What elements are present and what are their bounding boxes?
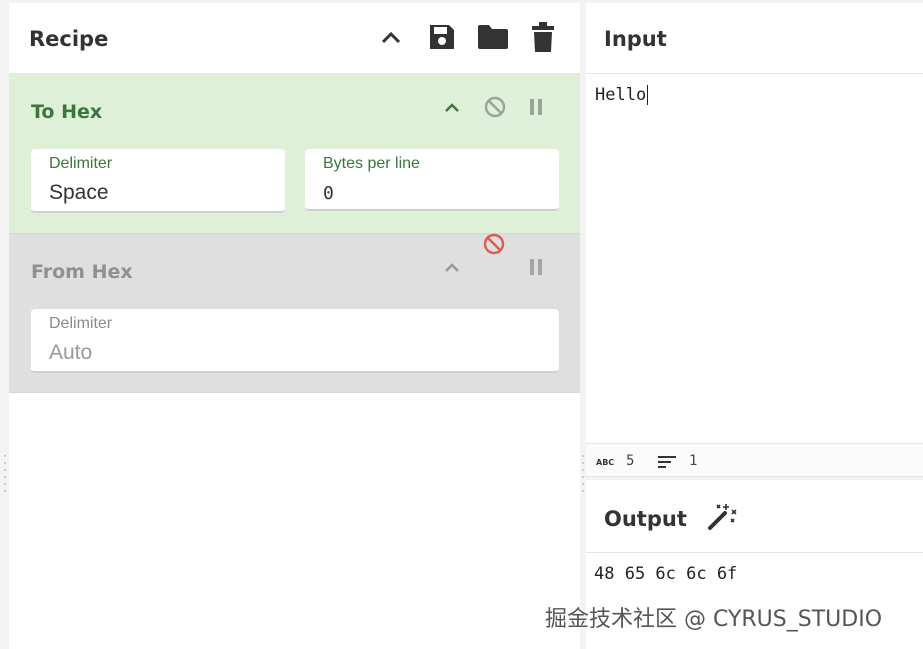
output-title: Output [604,507,687,531]
output-text: 48 65 6c 6c 6f [594,564,738,584]
text-caret [647,85,649,105]
input-header: Input [586,3,923,74]
pause-icon [528,98,544,121]
left-edge [0,0,9,649]
input-status-bar: ABC 5 1 [586,443,923,477]
grip-dot [582,476,584,478]
input-lines: 1 [689,453,698,469]
field-value: 0 [323,183,334,204]
disable-icon [484,96,506,123]
enable-operation-button[interactable] [483,233,505,260]
grip-dot [582,490,584,492]
input-title: Input [604,27,667,51]
chevron-up-icon [444,100,460,118]
grip-dot [4,490,6,492]
lines-icon [658,455,678,473]
operation-title: From Hex [31,261,133,283]
grip-dot [4,462,6,464]
trash-icon [532,21,554,57]
length-icon: ABC [596,455,616,471]
grip-dot [582,462,584,464]
field-value: Auto [49,341,93,364]
disable-icon [483,233,505,260]
input-editor[interactable]: Hello [595,85,649,105]
grip-dot [582,469,584,471]
pause-icon [528,258,544,281]
delimiter-field[interactable]: Delimiter Auto [31,309,559,373]
disable-operation-button[interactable] [483,96,507,123]
save-recipe-button[interactable] [427,23,457,55]
chevron-up-icon [444,260,460,278]
field-label: Delimiter [49,155,113,172]
grip-dot [4,469,6,471]
delimiter-field[interactable]: Delimiter Space [31,149,285,213]
field-label: Bytes per line [323,155,420,172]
breakpoint-button[interactable] [526,258,546,281]
save-icon [428,23,456,56]
input-length: 5 [626,453,635,469]
recipe-header: Recipe [9,3,580,74]
load-recipe-button[interactable] [476,23,510,55]
move-up-button[interactable] [441,258,463,280]
field-label: Delimiter [49,315,113,332]
collapse-button[interactable] [378,25,404,53]
operation-to-hex[interactable]: To Hex Delimiter Space Bytes per line 0 [9,74,580,234]
move-up-button[interactable] [441,98,463,120]
clear-recipe-button[interactable] [530,21,556,57]
grip-dot [582,455,584,457]
operation-from-hex[interactable]: From Hex Delimiter Auto [9,233,580,393]
operation-title: To Hex [31,101,103,123]
grip-dot [582,483,584,485]
input-text: Hello [595,85,647,105]
breakpoint-button[interactable] [526,98,546,121]
grip-dot [4,483,6,485]
output-header: Output [586,480,923,553]
grip-dot [4,476,6,478]
input-pane: Input Hello [586,3,923,443]
svg-text:ABC: ABC [596,458,614,467]
bytes-per-line-field[interactable]: Bytes per line 0 [305,149,559,211]
field-value: Space [49,181,109,204]
folder-icon [477,24,509,55]
chevron-up-icon [381,30,401,49]
recipe-title: Recipe [29,27,109,51]
magic-wand-icon [707,501,737,536]
recipe-pane: Recipe To Hex Delimiter Space Bytes per … [9,3,580,649]
watermark: 掘金技术社区 @ CYRUS_STUDIO [545,607,883,632]
grip-dot [4,455,6,457]
magic-button[interactable] [706,502,738,534]
